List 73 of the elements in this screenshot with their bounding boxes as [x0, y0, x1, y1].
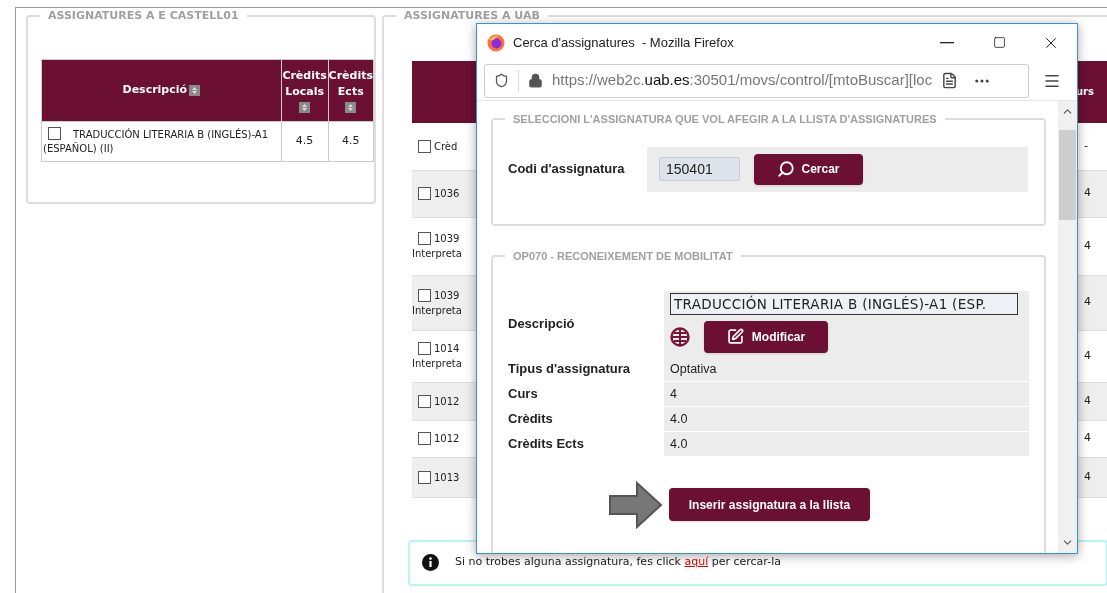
table-cell-text: 1014 [434, 342, 460, 356]
field-value: 4.0 [664, 432, 1029, 456]
search-button[interactable]: Cercar [754, 153, 863, 185]
field-value: Optativa [664, 357, 1029, 381]
table-cell-text: 1036 [434, 187, 460, 201]
checkbox[interactable] [418, 187, 431, 200]
table-cell-text: 4 [1083, 347, 1092, 364]
field-value: 4 [664, 382, 1029, 406]
table-cell-text: 4 [1083, 237, 1092, 254]
field-label: Codi d'assignatura [508, 160, 626, 179]
table-cell-text: 4 [1083, 430, 1092, 447]
table-cell-text: 1012 [434, 432, 460, 446]
section-title: ASSIGNATURES A UAB [403, 8, 541, 24]
field-label: Tipus d'assignatura [508, 360, 632, 379]
search-icon [777, 160, 796, 178]
field-label: Curs [508, 385, 539, 404]
scrollbar-thumb[interactable] [1059, 130, 1076, 220]
info-icon [422, 554, 439, 571]
table-cell-text: 4 [1083, 185, 1092, 202]
checkbox[interactable] [418, 139, 431, 153]
table-cell-text: 1012 [434, 394, 460, 409]
code-field[interactable]: 150401 [659, 157, 740, 181]
table-cell-text: 4 [1083, 392, 1092, 409]
table-cell-text: Interpreta [412, 247, 462, 261]
info-message: Si no trobes alguna assignatura, fes click aquí per cercar-la [455, 554, 781, 571]
checkbox[interactable] [418, 232, 431, 245]
maximize-icon [992, 36, 1006, 49]
column-header[interactable]: Crèdits Locals [281, 59, 329, 121]
arrow-icon [608, 480, 663, 529]
column-header[interactable]: Descripció [41, 59, 282, 121]
field-value: 4.0 [664, 407, 1029, 431]
column-header[interactable]: Crèdits Ects [328, 59, 374, 121]
section-title: SELECCIONI L'ASSIGNATURA QUE VOL AFEGIR A LA LLISTA D'ASSIGNATURES [512, 112, 938, 127]
field-label: Crèdits Ects [508, 435, 585, 454]
modify-button[interactable]: Modificar [704, 320, 828, 353]
field-label: Descripció [508, 314, 576, 333]
insert-button[interactable]: Inserir assignatura a la llista [669, 488, 870, 521]
table-cell: TRADUCCIÓN LITERARIA B (INGLÉS)-A1 (ESPAÑOL) (II) [41, 121, 282, 161]
table-cell-text: Crèd [434, 139, 458, 154]
table-cell: 4.5 [328, 121, 374, 161]
checkbox[interactable] [418, 432, 431, 445]
reader-view-icon[interactable] [941, 72, 959, 89]
sort-icon[interactable] [189, 84, 201, 96]
minimize-icon [940, 41, 954, 44]
table-cell-text: Interpreta [412, 357, 462, 371]
search-link[interactable]: aquí [684, 555, 709, 569]
table-cell-text: 1013 [434, 470, 460, 485]
field-label: Crèdits [508, 410, 554, 429]
sort-icon[interactable] [299, 101, 311, 113]
checkbox[interactable] [418, 288, 431, 302]
table-cell-text: - [1083, 137, 1089, 154]
window-title: Cerca d'assignatures - Mozilla Firefox [513, 33, 734, 52]
checkbox[interactable] [48, 126, 61, 140]
checkbox[interactable] [418, 342, 431, 355]
section-title: ASSIGNATURES A E CASTELL01 [47, 8, 240, 24]
table-cell-text: 1039 [434, 288, 460, 303]
table-cell-text: Interpreta [412, 303, 462, 318]
section-title: OP070 - RECONEIXEMENT DE MOBILITAT [512, 249, 734, 264]
url-text: https://web2c.uab.es:30501/movs/control/[mtoBuscar][loc [552, 70, 933, 91]
checkbox[interactable] [418, 394, 431, 408]
checkbox[interactable] [418, 470, 431, 484]
pencil-icon [726, 328, 744, 345]
lock-icon[interactable] [528, 73, 543, 88]
description-field[interactable]: TRADUCCIÓN LITERARIA B (INGLÉS)-A1 (ESP. [670, 292, 1018, 315]
table-cell-text: 4 [1083, 294, 1092, 311]
globe-icon[interactable] [670, 326, 690, 347]
sort-icon[interactable] [345, 101, 357, 113]
table-cell-text: 4 [1083, 468, 1092, 485]
shield-icon[interactable] [494, 73, 509, 88]
address-bar[interactable]: https://web2c.uab.es:30501/movs/control/[mtoBuscar][loc [484, 63, 1029, 98]
browser-logo-icon [487, 33, 505, 52]
table-cell-text: 1039 [434, 232, 460, 246]
table-cell: 4.5 [281, 121, 329, 161]
